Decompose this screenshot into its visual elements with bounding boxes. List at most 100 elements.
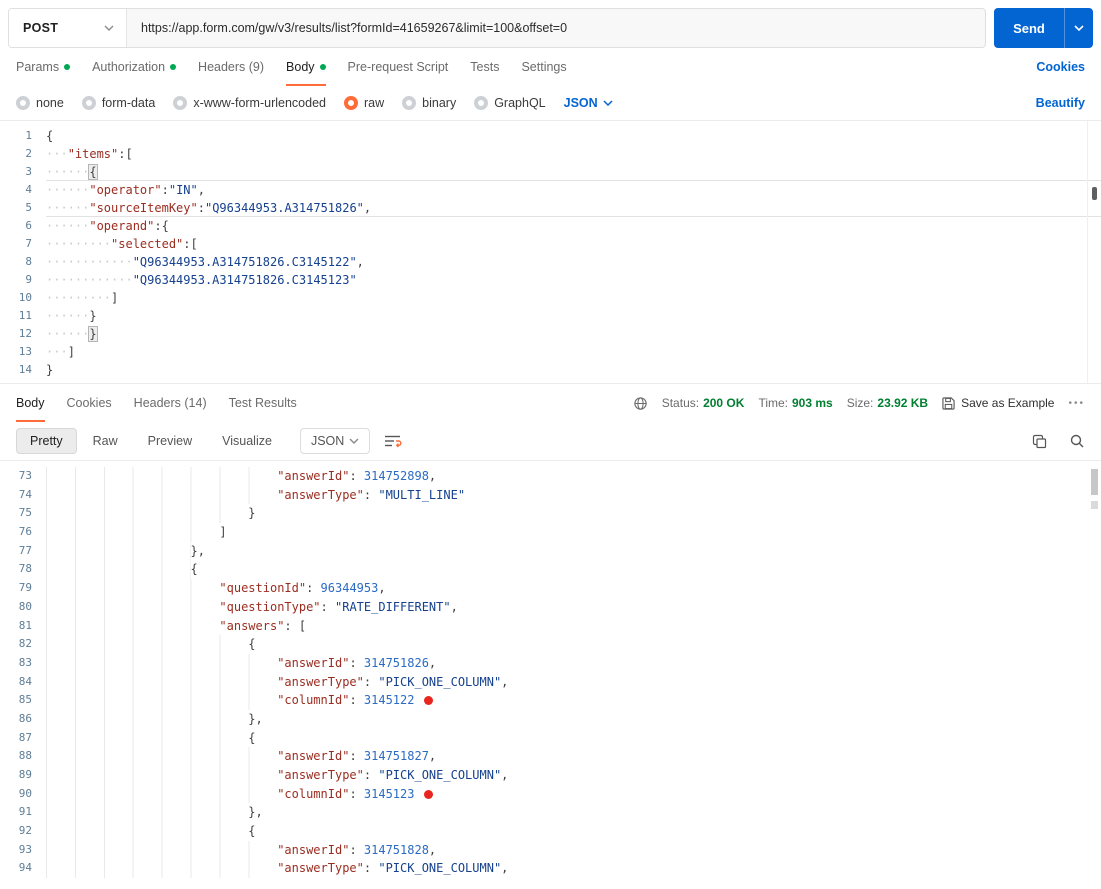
response-meta: Status: 200 OK Time: 903 ms Size: 23.92 …	[633, 396, 1085, 411]
code-line: 11 ······}	[0, 307, 1101, 325]
network-icon[interactable]	[633, 396, 648, 411]
line-number: 89	[18, 768, 32, 781]
send-options-button[interactable]	[1064, 8, 1093, 48]
line-number: 1	[25, 129, 32, 142]
url-text: https://app.form.com/gw/v3/results/list?…	[141, 21, 568, 35]
code-text: ············"Q96344953.A314751826.C31451…	[46, 255, 364, 269]
tab-test-results[interactable]: Test Results	[229, 384, 297, 422]
code-text: "answerId": 314751827,	[277, 749, 437, 764]
body-type-form-data[interactable]: form-data	[81, 96, 155, 110]
line-body: ······"operator":"IN",	[46, 181, 1101, 199]
code-text: ···"items":[	[46, 147, 133, 161]
text-wrap-icon[interactable]	[384, 434, 402, 448]
line-number: 74	[18, 487, 32, 501]
line-number: 5	[25, 201, 32, 214]
whitespace-dots: ·········	[46, 291, 112, 305]
whitespace-dots: ······	[46, 309, 90, 323]
line-number: 10	[18, 291, 32, 304]
copy-icon[interactable]	[1032, 434, 1047, 449]
code-line: 73 "answerId": 314752898,	[0, 467, 1101, 486]
code-line: 92 {	[0, 822, 1101, 841]
tab-settings[interactable]: Settings	[521, 48, 566, 86]
code-line: 83 "answerId": 314751826,	[0, 653, 1101, 673]
line-number: 81	[18, 618, 32, 632]
more-options-icon[interactable]: •••	[1068, 398, 1085, 409]
radio-icon	[16, 96, 30, 110]
tab-authorization[interactable]: Authorization	[92, 48, 177, 86]
line-number: 75	[18, 506, 32, 520]
whitespace-dots: ······	[46, 201, 90, 215]
indent-guides	[46, 635, 249, 654]
view-raw[interactable]: Raw	[79, 428, 132, 454]
line-number: 86	[18, 711, 32, 725]
code-line: 14}	[0, 361, 1101, 379]
tab-label: Pre-request Script	[347, 60, 449, 74]
code-text: "answerId": 314751828,	[277, 842, 437, 857]
green-status-dot	[319, 64, 326, 70]
save-icon	[942, 396, 955, 410]
method-selector[interactable]: POST	[9, 9, 127, 47]
beautify-link[interactable]: Beautify	[1036, 96, 1085, 110]
cookies-link[interactable]: Cookies	[1036, 60, 1085, 74]
code-text: {	[248, 730, 256, 745]
tab-tests[interactable]: Tests	[470, 48, 499, 86]
tab-headers-9[interactable]: Headers (9)	[198, 48, 264, 86]
tab-pre-request-script[interactable]: Pre-request Script	[348, 48, 449, 86]
scrollbar-thumb[interactable]	[1090, 469, 1098, 495]
radio-icon	[81, 96, 96, 110]
response-body-editor[interactable]: 73 "answerId": 314752898, 74 "answerType": …	[0, 461, 1101, 889]
tab-headers-14[interactable]: Headers (14)	[134, 384, 207, 422]
code-text: },	[248, 711, 263, 726]
indent-guides	[46, 541, 191, 561]
chevron-down-icon	[104, 25, 114, 31]
indent-guides	[46, 485, 278, 505]
view-visualize[interactable]: Visualize	[208, 428, 286, 454]
line-number: 77	[18, 543, 32, 557]
method-label: POST	[23, 21, 59, 35]
tab-cookies[interactable]: Cookies	[67, 384, 112, 422]
scrollbar-thumb[interactable]	[1092, 187, 1097, 200]
indent-guides	[46, 504, 249, 524]
view-preview[interactable]: Preview	[134, 428, 206, 454]
body-type-binary[interactable]: binary	[402, 96, 456, 110]
body-type-graphql[interactable]: GraphQL	[474, 96, 546, 110]
line-body: ·········]	[46, 289, 1101, 307]
line-number: 14	[18, 363, 32, 376]
scrollbar-track	[1087, 121, 1088, 383]
tab-body[interactable]: Body	[16, 384, 45, 422]
body-type-none[interactable]: none	[16, 96, 64, 110]
body-type-raw[interactable]: raw	[344, 96, 384, 110]
send-button[interactable]: Send	[994, 8, 1064, 48]
code-text: "columnId": 3145123	[277, 785, 434, 804]
code-text: }	[248, 506, 256, 521]
code-text: "columnId": 3145122	[277, 691, 434, 710]
tab-params[interactable]: Params	[16, 48, 71, 86]
line-number: 3	[25, 165, 32, 178]
line-body: ·········"selected":[	[46, 235, 1101, 253]
request-body-editor[interactable]: 1{2 ···"items":[3 ······{4 ······"operator"…	[0, 121, 1101, 383]
save-as-example-button[interactable]: Save as Example	[942, 396, 1054, 410]
code-line: 77},	[0, 541, 1101, 561]
time-label: Time:	[758, 396, 788, 410]
line-number: 83	[18, 655, 32, 669]
radio-icon	[474, 96, 489, 110]
code-line: 13 ···]	[0, 343, 1101, 361]
body-type-x-www-form-urlencoded[interactable]: x-www-form-urlencoded	[173, 96, 326, 110]
search-icon[interactable]	[1069, 433, 1085, 449]
code-text: "answers": [	[219, 618, 307, 633]
radio-label: none	[36, 96, 64, 110]
whitespace-dots: ·········	[46, 237, 112, 251]
url-input[interactable]: https://app.form.com/gw/v3/results/list?…	[127, 9, 985, 47]
line-number: 11	[18, 309, 32, 322]
line-body: ············"Q96344953.A314751826.C31451…	[46, 253, 1101, 271]
code-text: "answerType": "PICK_ONE_COLUMN",	[277, 768, 509, 782]
raw-language-dropdown[interactable]: JSON	[564, 96, 613, 110]
code-line: 6 ······"operand":{	[0, 217, 1101, 235]
view-pretty[interactable]: Pretty	[16, 428, 77, 454]
tab-body[interactable]: Body	[286, 48, 326, 86]
indent-guides	[46, 803, 249, 823]
response-language-dropdown[interactable]: JSON	[299, 428, 371, 454]
line-number: 79	[18, 581, 32, 595]
line-number: 92	[18, 824, 32, 838]
line-number: 8	[25, 255, 32, 268]
